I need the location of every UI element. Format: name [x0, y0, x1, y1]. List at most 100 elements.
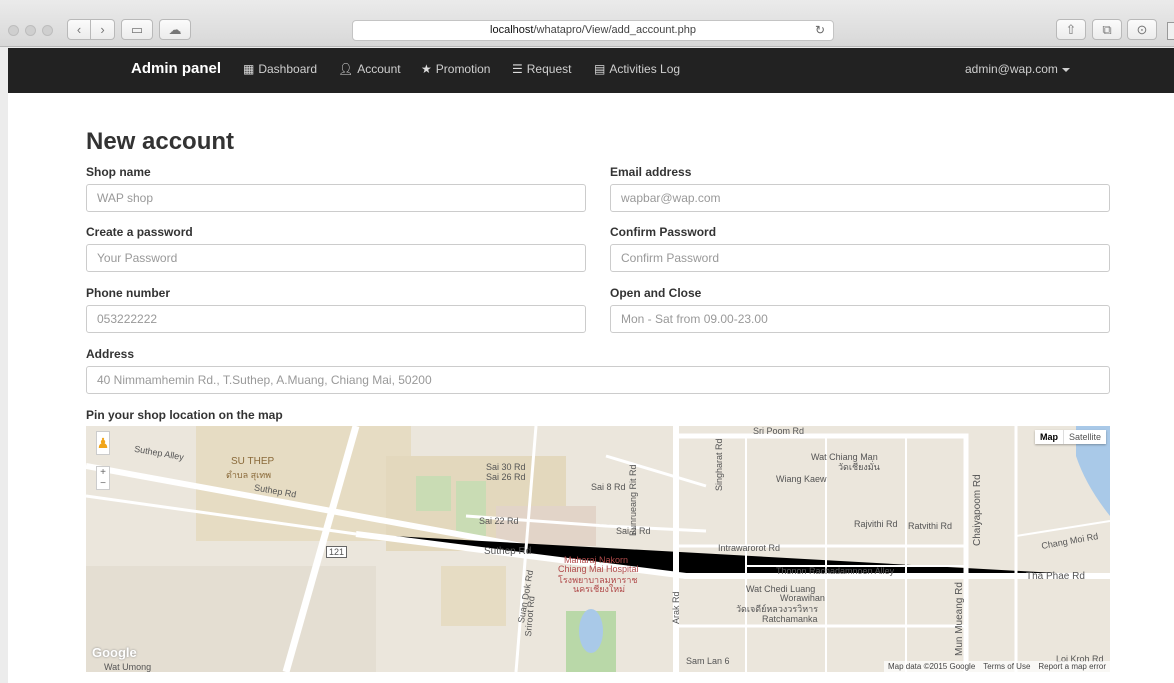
- share-icon: ⇧: [1065, 21, 1077, 37]
- zoom-window-button[interactable]: [42, 25, 53, 36]
- pegman-icon: ♟: [96, 434, 110, 451]
- map-label-su-thep: SU THEP: [231, 456, 275, 467]
- zoom-in-button[interactable]: +: [97, 467, 109, 478]
- forward-button[interactable]: ›: [91, 19, 115, 40]
- hours-input[interactable]: Mon - Sat from 09.00-23.00: [610, 305, 1110, 333]
- map-label-maharaj-4: นครเชียงใหม่: [573, 584, 626, 594]
- google-logo: Google: [92, 645, 137, 660]
- nav-account-label: Account: [357, 62, 401, 76]
- back-button[interactable]: ‹: [67, 19, 91, 40]
- map-label-intrawarorot: Intrawarorot Rd: [718, 543, 781, 553]
- tabs-icon: ⧉: [1102, 21, 1112, 37]
- map-label-suthep-rd-b: Suthep Rd: [484, 546, 532, 557]
- map-label-thonon: Thonon Rachadamnoen Alley: [776, 566, 895, 576]
- map-type-map-button[interactable]: Map: [1035, 430, 1063, 444]
- terms-of-use-link[interactable]: Terms of Use: [983, 662, 1030, 671]
- map-label-tha-phae: Tha Phae Rd: [1026, 571, 1085, 582]
- nav-activities-log[interactable]: ▤ Activities Log: [594, 62, 680, 76]
- map-label-rajvithi: Rajvithi Rd: [854, 519, 898, 529]
- browser-toolbar: ‹ › ▭ ☁ localhost/whatapro/View/add_acco…: [0, 0, 1174, 47]
- caret-down-icon: [1061, 67, 1070, 72]
- url-host: localhost: [490, 24, 534, 36]
- shop-name-input[interactable]: WAP shop: [86, 184, 586, 212]
- nav-dashboard[interactable]: ▦ Dashboard: [243, 62, 317, 76]
- nav-promotion-label: Promotion: [435, 62, 491, 76]
- icloud-tabs-button[interactable]: ☁: [159, 19, 191, 40]
- user-email: admin@wap.com: [965, 62, 1058, 76]
- chevron-left-icon: ‹: [76, 22, 82, 37]
- map-label-wat-chiang-man-th: วัดเชียงมั่น: [838, 462, 880, 472]
- route-121-shield: 121: [326, 546, 348, 558]
- minimize-window-button[interactable]: [25, 25, 36, 36]
- email-input[interactable]: wapbar@wap.com: [610, 184, 1110, 212]
- password-label: Create a password: [86, 225, 193, 239]
- map-label-sai30: Sai 30 Rd: [486, 462, 526, 472]
- zoom-control: + −: [96, 466, 110, 490]
- sidebar-icon: ▭: [130, 21, 144, 37]
- nav-activities-label: Activities Log: [609, 62, 681, 76]
- confirm-password-label: Confirm Password: [610, 225, 717, 239]
- page-title: New account: [86, 128, 235, 155]
- phone-input[interactable]: 053222222: [86, 305, 586, 333]
- map-label-sai26: Sai 26 Rd: [486, 472, 526, 482]
- map-label-sam-lan: Sam Lan 6: [686, 656, 730, 666]
- zoom-out-button[interactable]: −: [97, 478, 109, 489]
- user-icon: 👤︎: [338, 62, 354, 76]
- map-label-mun-mueang: Mun Mueang Rd: [954, 582, 965, 656]
- nav-request[interactable]: ☰ Request: [512, 62, 571, 76]
- hours-label: Open and Close: [610, 286, 702, 300]
- map-data-text: Map data ©2015 Google: [887, 662, 976, 671]
- address-bar[interactable]: localhost/whatapro/View/add_account.php …: [352, 20, 834, 41]
- map-label-sai22: Sai 22 Rd: [479, 516, 519, 526]
- phone-label: Phone number: [86, 286, 171, 300]
- map-label-sai8: Sai 8 Rd: [591, 482, 626, 492]
- map-label-su-thep-th: ตำบล สุเทพ: [226, 470, 272, 480]
- url-path: /whatapro/View/add_account.php: [533, 24, 696, 36]
- map-label-wat-umong: Wat Umong: [104, 662, 152, 672]
- share-button[interactable]: ⇧: [1056, 19, 1086, 40]
- map-label-bunrueang: Bunrueang Rit Rd: [628, 464, 638, 536]
- brand-link[interactable]: Admin panel: [131, 60, 221, 77]
- close-window-button[interactable]: [8, 25, 19, 36]
- star-icon: ★: [421, 62, 432, 76]
- nav-request-label: Request: [526, 62, 572, 76]
- password-input[interactable]: Your Password: [86, 244, 586, 272]
- map-label-singharat: Singharat Rd: [714, 438, 724, 491]
- window-controls: [8, 25, 53, 36]
- address-input[interactable]: 40 Nimmamhemin Rd., T.Suthep, A.Muang, C…: [86, 366, 1110, 394]
- map-label-sri-poom: Sri Poom Rd: [753, 426, 805, 436]
- nav-account[interactable]: 👤︎ Account: [338, 62, 401, 76]
- map-type-satellite-button[interactable]: Satellite: [1062, 430, 1106, 444]
- downloads-button[interactable]: ⊙: [1127, 19, 1157, 40]
- map-label-ratchamanka: Ratchamanka: [762, 614, 818, 624]
- grid-icon: ▦: [243, 62, 255, 76]
- cloud-icon: ☁: [168, 21, 182, 37]
- reload-icon[interactable]: ↻: [815, 21, 825, 40]
- chevron-right-icon: ›: [100, 22, 105, 37]
- list-icon: ☰: [512, 62, 523, 76]
- calendar-icon: ▤: [594, 62, 606, 76]
- show-tabs-button[interactable]: ⧉: [1092, 19, 1122, 40]
- sidebar-toggle-button[interactable]: ▭: [121, 19, 153, 40]
- history-nav: ‹ ›: [67, 19, 115, 40]
- street-view-pegman[interactable]: ♟: [96, 431, 110, 455]
- email-label: Email address: [610, 165, 692, 179]
- nav-promotion[interactable]: ★ Promotion: [421, 62, 490, 76]
- map-label-chaiyapoom: Chaiyapoom Rd: [972, 474, 983, 546]
- map-type-control: Map Satellite: [1034, 430, 1106, 444]
- shop-name-label: Shop name: [86, 165, 151, 179]
- map-label: Pin your shop location on the map: [86, 408, 283, 422]
- address-label: Address: [86, 347, 135, 361]
- overflow-button[interactable]: [1167, 22, 1174, 40]
- report-map-error-link[interactable]: Report a map error: [1038, 662, 1106, 671]
- map-attribution: Map data ©2015 Google Terms of Use Repor…: [883, 661, 1110, 672]
- confirm-password-input[interactable]: Confirm Password: [610, 244, 1110, 272]
- nav-dashboard-label: Dashboard: [258, 62, 318, 76]
- map-label-arak: Arak Rd: [671, 591, 681, 624]
- page-content: New account Shop name WAP shop Email add…: [8, 93, 1174, 683]
- shop-location-map[interactable]: Suthep Alley SU THEP ตำบล สุเทพ Suthep R…: [86, 426, 1110, 672]
- map-label-wiang-kaew: Wiang Kaew: [776, 474, 827, 484]
- user-menu-dropdown[interactable]: admin@wap.com: [965, 62, 1070, 76]
- admin-navbar: Admin panel ▦ Dashboard 👤︎ Account ★ Promot…: [8, 48, 1174, 93]
- download-icon: ⊙: [1136, 21, 1148, 37]
